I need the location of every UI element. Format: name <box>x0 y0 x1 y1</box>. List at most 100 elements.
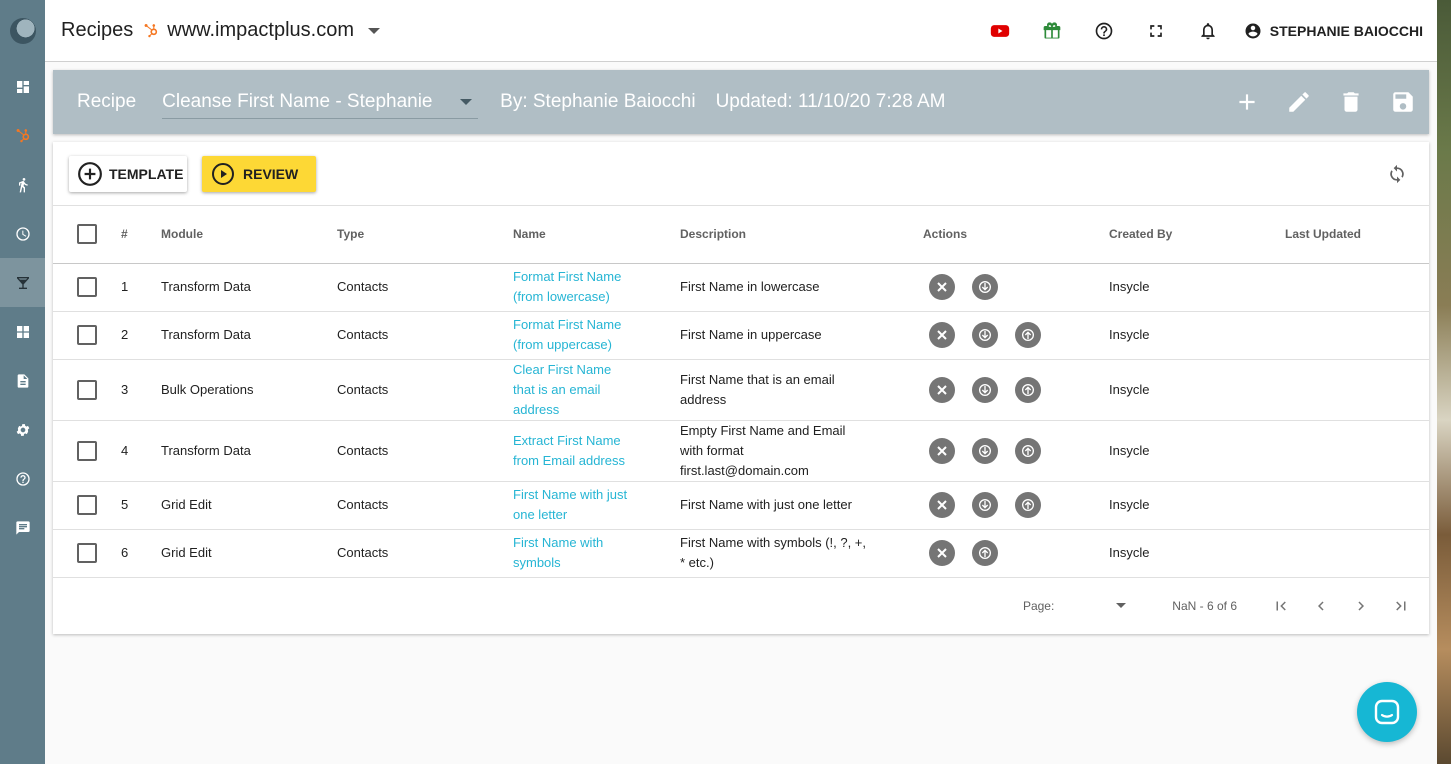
delete-recipe-button[interactable] <box>1325 89 1377 115</box>
remove-step-button[interactable] <box>929 376 955 403</box>
logo-icon <box>9 18 36 44</box>
row-created-by: Insycle <box>1109 420 1285 482</box>
header-created-by[interactable]: Created By <box>1109 206 1285 264</box>
sidebar-item-history[interactable] <box>0 209 45 258</box>
refresh-icon[interactable] <box>1387 164 1407 184</box>
move-up-button[interactable] <box>1015 437 1041 464</box>
header-last-updated[interactable]: Last Updated <box>1285 206 1429 264</box>
move-down-button[interactable] <box>972 492 998 518</box>
remove-step-button[interactable] <box>929 274 955 300</box>
remove-step-button[interactable] <box>929 437 955 464</box>
row-module: Bulk Operations <box>161 359 337 421</box>
arrow-down-icon <box>979 383 991 396</box>
portal-dropdown-icon[interactable] <box>367 27 380 34</box>
row-checkbox[interactable] <box>77 543 97 564</box>
sidebar-item-hubspot[interactable] <box>0 111 45 160</box>
move-down-button[interactable] <box>972 437 998 464</box>
apps-icon <box>16 325 29 338</box>
help-button[interactable] <box>1078 21 1130 41</box>
save-recipe-button[interactable] <box>1377 89 1429 115</box>
row-name-link[interactable]: Format First Name (from uppercase) <box>513 315 633 355</box>
next-page-button[interactable] <box>1341 597 1381 615</box>
header-description[interactable]: Description <box>680 206 923 264</box>
run-icon <box>18 177 28 192</box>
arrow-up-icon <box>1022 444 1034 457</box>
row-name-link[interactable]: First Name with symbols <box>513 533 633 573</box>
settings-icon <box>16 423 29 436</box>
table-row[interactable]: 3 Bulk Operations Contacts Clear First N… <box>53 359 1429 421</box>
help-icon <box>15 471 30 486</box>
row-name-link[interactable]: First Name with just one letter <box>513 485 633 525</box>
notifications-button[interactable] <box>1182 21 1234 41</box>
header-name[interactable]: Name <box>513 206 680 264</box>
move-up-button[interactable] <box>972 540 998 566</box>
add-recipe-button[interactable] <box>1221 89 1273 115</box>
row-name-link[interactable]: Clear First Name that is an email addres… <box>513 360 633 420</box>
header-select-all <box>53 206 113 264</box>
youtube-button[interactable] <box>974 21 1026 41</box>
review-button[interactable]: REVIEW <box>202 156 316 192</box>
row-last-updated <box>1285 529 1429 578</box>
hubspot-icon <box>144 23 158 37</box>
top-actions: STEPHANIE BAIOCCHI <box>974 0 1437 62</box>
row-checkbox[interactable] <box>77 379 97 400</box>
sidebar-item-settings[interactable] <box>0 405 45 454</box>
row-name-link[interactable]: Format First Name (from lowercase) <box>513 267 633 307</box>
move-up-button[interactable] <box>1015 376 1041 403</box>
sidebar-item-documents[interactable] <box>0 356 45 405</box>
template-button-label: TEMPLATE <box>109 166 184 182</box>
account-icon <box>1245 23 1261 39</box>
move-down-button[interactable] <box>972 376 998 403</box>
bell-icon <box>1201 23 1215 40</box>
move-up-button[interactable] <box>1015 492 1041 518</box>
table-row[interactable]: 5 Grid Edit Contacts First Name with jus… <box>53 481 1429 530</box>
table-row[interactable]: 4 Transform Data Contacts Extract First … <box>53 420 1429 482</box>
chat-bubble-icon <box>1374 699 1400 725</box>
portal-site-name[interactable]: www.impactplus.com <box>167 19 354 42</box>
edit-recipe-button[interactable] <box>1273 89 1325 115</box>
header-type[interactable]: Type <box>337 206 513 264</box>
remove-step-button[interactable] <box>929 540 955 566</box>
table-row[interactable]: 2 Transform Data Contacts Format First N… <box>53 311 1429 360</box>
last-page-button[interactable] <box>1381 597 1421 615</box>
row-checkbox[interactable] <box>77 325 97 346</box>
row-checkbox[interactable] <box>77 277 97 298</box>
recipe-select-value: Cleanse First Name - Stephanie <box>162 90 433 112</box>
sidebar-item-help[interactable] <box>0 454 45 503</box>
remove-step-button[interactable] <box>929 322 955 348</box>
move-down-button[interactable] <box>972 274 998 300</box>
chevron-left-icon <box>1318 601 1324 610</box>
header-module[interactable]: Module <box>161 206 337 264</box>
sidebar-item-run[interactable] <box>0 160 45 209</box>
pagination: Page: NaN - 6 of 6 <box>53 577 1429 634</box>
arrow-down-icon <box>978 280 992 294</box>
row-created-by: Insycle <box>1109 481 1285 530</box>
select-all-checkbox[interactable] <box>77 224 97 245</box>
recipe-select[interactable]: Cleanse First Name - Stephanie <box>162 85 479 119</box>
user-menu[interactable]: STEPHANIE BAIOCCHI <box>1244 22 1423 40</box>
fullscreen-button[interactable] <box>1130 21 1182 41</box>
table-row[interactable]: 6 Grid Edit Contacts First Name with sym… <box>53 529 1429 578</box>
sidebar-item-dashboard[interactable] <box>0 62 45 111</box>
add-icon <box>1239 94 1255 110</box>
row-checkbox[interactable] <box>77 440 97 461</box>
remove-step-button[interactable] <box>929 492 955 518</box>
sidebar-item-apps[interactable] <box>0 307 45 356</box>
row-checkbox[interactable] <box>77 495 97 516</box>
prev-page-button[interactable] <box>1301 597 1341 615</box>
sidebar-item-feedback[interactable] <box>0 503 45 552</box>
app-logo[interactable] <box>0 0 45 62</box>
move-up-button[interactable] <box>1015 322 1041 348</box>
arrow-up-icon <box>1022 499 1034 511</box>
first-page-button[interactable] <box>1261 597 1301 615</box>
close-icon <box>937 548 947 558</box>
template-button[interactable]: TEMPLATE <box>69 156 187 192</box>
row-name-link[interactable]: Extract First Name from Email address <box>513 431 633 471</box>
row-last-updated <box>1285 311 1429 360</box>
chat-launcher-button[interactable] <box>1357 682 1417 742</box>
sidebar-item-recipes[interactable] <box>0 258 45 307</box>
gift-button[interactable] <box>1026 21 1078 41</box>
page-select[interactable] <box>1064 596 1134 616</box>
table-row[interactable]: 1 Transform Data Contacts Format First N… <box>53 263 1429 312</box>
move-down-button[interactable] <box>972 322 998 348</box>
